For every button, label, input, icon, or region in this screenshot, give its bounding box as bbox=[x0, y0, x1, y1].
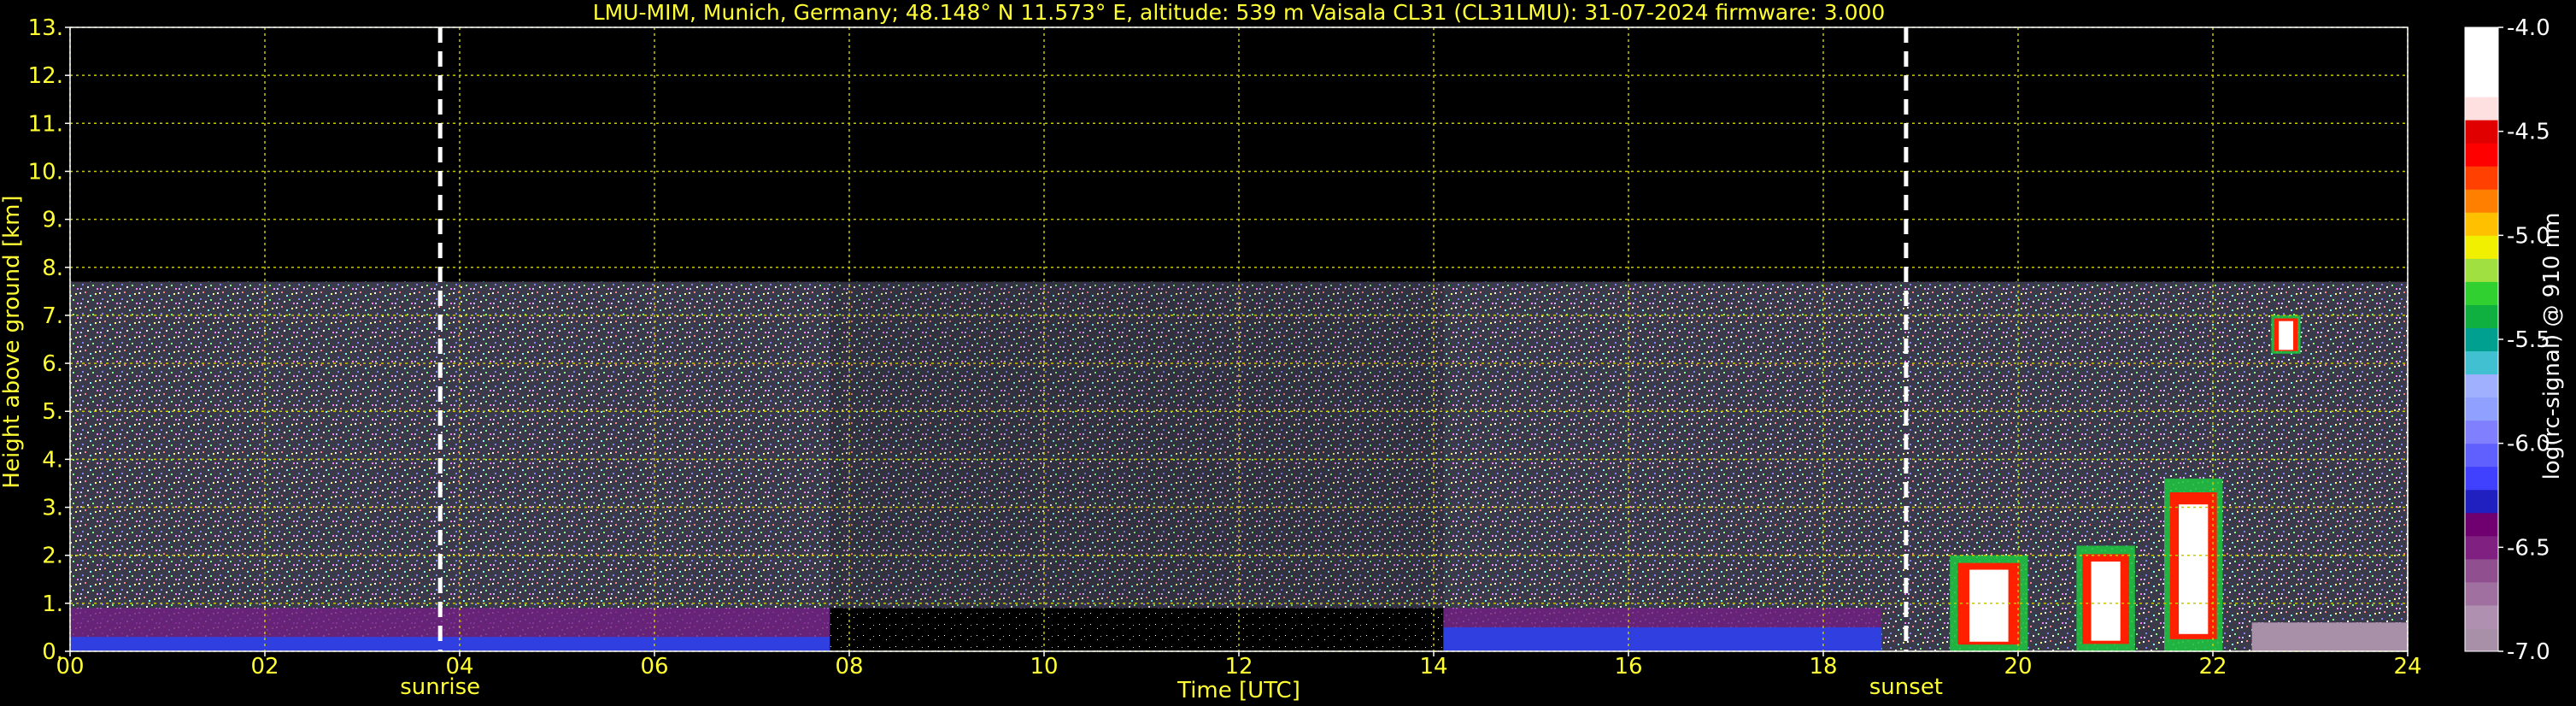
x-tick-label: 20 bbox=[2004, 654, 2032, 680]
evening-aerosol-band bbox=[2251, 622, 2408, 651]
colorbar-tick-label: -4.0 bbox=[2507, 15, 2550, 41]
colorbar-segment bbox=[2465, 189, 2498, 213]
y-tick-label: 6. bbox=[42, 351, 63, 377]
cloud-peak bbox=[2179, 504, 2209, 634]
colorbar-segment bbox=[2465, 350, 2498, 375]
x-tick-label: 16 bbox=[1614, 654, 1642, 680]
colorbar-segment bbox=[2465, 212, 2498, 236]
y-axis-label: Height above ground [km] bbox=[0, 195, 25, 488]
colorbar-segment bbox=[2465, 604, 2498, 629]
colorbar-segment bbox=[2465, 443, 2498, 468]
colorbar-segment bbox=[2465, 420, 2498, 444]
colorbar-segment bbox=[2465, 374, 2498, 398]
y-tick-label: 5. bbox=[42, 399, 63, 425]
y-tick-label: 13. bbox=[28, 15, 63, 41]
y-tick-label: 7. bbox=[42, 303, 63, 329]
colorbar-segment bbox=[2465, 258, 2498, 282]
x-tick-label: 14 bbox=[1419, 654, 1447, 680]
y-tick-label: 11. bbox=[28, 111, 63, 137]
noise-field-afternoon bbox=[1443, 281, 2408, 651]
colorbar-segment bbox=[2465, 281, 2498, 305]
colorbar-segment bbox=[2465, 97, 2498, 121]
colorbar-segment bbox=[2465, 581, 2498, 606]
colorbar-tick-label: -4.5 bbox=[2507, 120, 2550, 145]
noise-field-midday-low bbox=[830, 608, 1444, 651]
ceilometer-chart: sunrise sunset00 02 04 06 08 10 12 14 16 18 20 22 240… bbox=[0, 0, 2565, 703]
x-axis-label: Time [UTC] bbox=[1177, 678, 1300, 703]
x-tick-label: 10 bbox=[1030, 654, 1058, 680]
y-tick-label: 2. bbox=[42, 544, 63, 569]
colorbar-segment bbox=[2465, 143, 2498, 167]
colorbar-segment bbox=[2465, 397, 2498, 421]
colorbar-segment bbox=[2465, 512, 2498, 537]
colorbar-label: log(rc-signal) @ 910 nm bbox=[2539, 213, 2565, 480]
sunset-label: sunset bbox=[1869, 674, 1943, 700]
x-tick-label: 08 bbox=[835, 654, 863, 680]
y-tick-label: 9. bbox=[42, 208, 63, 233]
y-tick-label: 10. bbox=[28, 159, 63, 185]
y-tick-label: 1. bbox=[42, 591, 63, 617]
colorbar-segment bbox=[2465, 535, 2498, 560]
colorbar-segment bbox=[2465, 27, 2498, 51]
x-tick-label: 02 bbox=[250, 654, 279, 680]
colorbar-segment bbox=[2465, 489, 2498, 514]
colorbar-segment bbox=[2465, 235, 2498, 259]
colorbar-segment bbox=[2465, 166, 2498, 190]
colorbar-segment bbox=[2465, 74, 2498, 97]
colorbar-segment bbox=[2465, 50, 2498, 74]
colorbar-tick-label: -7.0 bbox=[2507, 639, 2550, 665]
noise-field-morning bbox=[70, 281, 830, 651]
y-tick-label: 0. bbox=[42, 639, 63, 665]
cloud-peak bbox=[2091, 561, 2121, 641]
colorbar-segment bbox=[2465, 304, 2498, 328]
boundary-layer-dense bbox=[70, 637, 830, 651]
x-tick-label: 24 bbox=[2393, 654, 2421, 680]
y-tick-label: 3. bbox=[42, 496, 63, 521]
boundary-layer-dense bbox=[1443, 627, 1882, 651]
cloud-peak bbox=[2278, 321, 2294, 350]
y-tick-label: 8. bbox=[42, 256, 63, 281]
x-tick-label: 22 bbox=[2198, 654, 2227, 680]
y-tick-label: 4. bbox=[42, 447, 63, 473]
noise-field-midday bbox=[830, 281, 1444, 609]
colorbar-segment bbox=[2465, 627, 2498, 652]
chart-title: LMU-MIM, Munich, Germany; 48.148° N 11.5… bbox=[593, 0, 1886, 25]
colorbar-segment bbox=[2465, 466, 2498, 491]
colorbar-segment bbox=[2465, 327, 2498, 352]
x-tick-label: 06 bbox=[640, 654, 668, 680]
cloud-peak bbox=[1969, 569, 2009, 642]
x-tick-label: 04 bbox=[445, 654, 473, 680]
x-tick-label: 12 bbox=[1224, 654, 1253, 680]
x-tick-label: 18 bbox=[1809, 654, 1837, 680]
colorbar-segment bbox=[2465, 120, 2498, 144]
colorbar-tick-label: -6.5 bbox=[2507, 535, 2550, 561]
colorbar-segment bbox=[2465, 558, 2498, 583]
y-tick-label: 12. bbox=[28, 63, 63, 89]
